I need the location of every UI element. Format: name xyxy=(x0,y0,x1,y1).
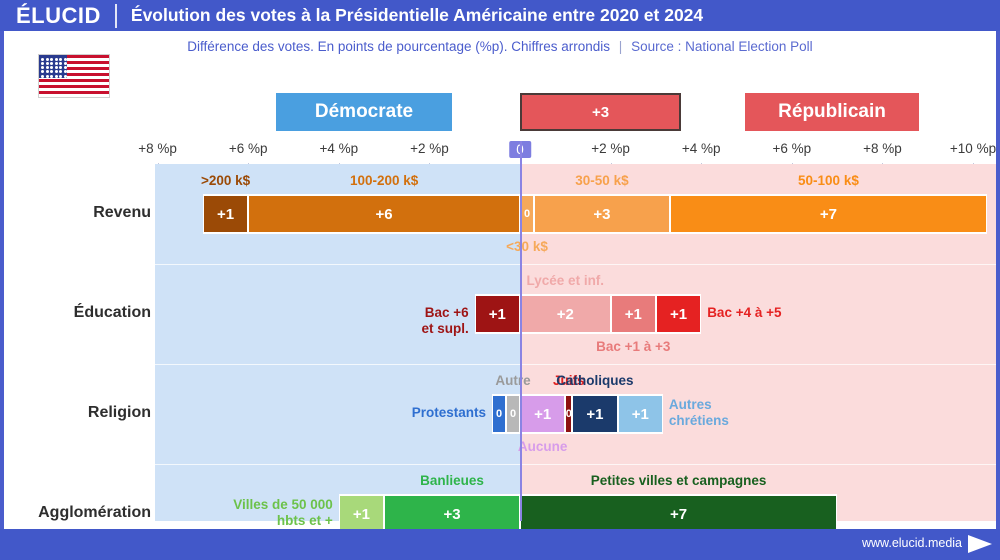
bar-segment: +1 xyxy=(617,394,663,434)
bar-segment: +1 xyxy=(474,294,520,334)
axis-tick-label: +6 %p xyxy=(772,141,812,156)
segment-category-label: Petites villes et campagnes xyxy=(590,473,767,488)
axis-tick-label: +2 %p xyxy=(410,141,449,156)
bar-segment: +6 xyxy=(248,194,520,234)
row-separator xyxy=(155,364,996,365)
row-label-column: Revenu Éducation Religion Agglomération xyxy=(4,164,151,521)
legend-value-example: +3 xyxy=(520,93,681,131)
axis-tick-label: +6 %p xyxy=(228,141,268,156)
row-separator xyxy=(155,464,996,465)
segment-category-label: 50-100 k$ xyxy=(798,173,859,188)
flag-canton xyxy=(39,55,67,78)
segment-category-label: <30 k$ xyxy=(506,239,548,254)
axis-tick-label: +2 %p xyxy=(591,141,630,156)
axis-tick-label: +10 %p xyxy=(949,141,997,156)
bar-segment: +3 xyxy=(534,194,670,234)
arrow-icon xyxy=(968,535,992,553)
bar-segment: +1 xyxy=(572,394,618,434)
legend-democrat: Démocrate xyxy=(276,93,452,131)
subtitle: Différence des votes. En points de pourc… xyxy=(4,39,996,54)
row-separator xyxy=(155,264,996,265)
axis-tick-label: +8 %p xyxy=(863,141,902,156)
infographic-root: ÉLUCID Évolution des votes à la Présiden… xyxy=(0,0,1000,560)
segment-category-label: Autres chrétiens xyxy=(668,397,729,428)
legend-republican: Républicain xyxy=(745,93,919,131)
subtitle-source: Source : National Election Poll xyxy=(631,39,813,54)
subtitle-main: Différence des votes. En points de pourc… xyxy=(187,39,611,54)
bar-segment: 0 xyxy=(565,394,573,434)
footer-url: www.elucid.media xyxy=(861,536,962,550)
bar-segment: 0 xyxy=(506,394,520,434)
segment-category-label: 100-200 k$ xyxy=(349,173,419,188)
footer-bar: www.elucid.media xyxy=(0,529,1000,560)
bar-segment: +3 xyxy=(384,494,520,534)
segment-category-label: >200 k$ xyxy=(200,173,251,188)
segment-category-label: Aucune xyxy=(517,439,568,454)
segment-category-label: 30-50 k$ xyxy=(575,173,629,188)
bar-segment: +1 xyxy=(610,294,656,334)
bar-segment: +1 xyxy=(520,394,566,434)
bar-segment: +1 xyxy=(202,194,249,234)
segment-category-label: Autre xyxy=(495,373,531,388)
zero-axis-line xyxy=(520,141,522,521)
plot-area: +6 100-200 k$ +1 >200 k$ 0 <30 k$ +3 30-50 k$ +7… xyxy=(155,141,996,534)
bar-segment: +7 xyxy=(520,494,838,534)
bar-segment: +1 xyxy=(655,294,702,334)
chart-canvas: Différence des votes. En points de pourc… xyxy=(4,31,997,534)
axis-tick-label: +4 %p xyxy=(681,141,721,156)
bar-segment: +2 xyxy=(520,294,611,334)
subtitle-separator: | xyxy=(618,39,623,54)
segment-category-label: Bac +6 et supl. xyxy=(421,305,469,336)
header-bar: ÉLUCID Évolution des votes à la Présiden… xyxy=(0,0,1000,31)
row-label: Agglomération xyxy=(38,504,151,521)
segment-category-label: Lycée et inf. xyxy=(526,273,605,288)
us-flag-icon xyxy=(38,54,110,98)
page-title: Évolution des votes à la Présidentielle … xyxy=(130,5,704,25)
row-label: Éducation xyxy=(73,304,151,321)
segment-category-label: Banlieues xyxy=(420,473,484,488)
bar-segment: +7 xyxy=(669,194,987,234)
segment-category-label: Bac +1 à +3 xyxy=(596,339,671,354)
segment-category-label: Villes de 50 000 hbts et + xyxy=(233,497,333,528)
x-axis: +8 %p+6 %p+4 %p+2 %p0+2 %p+4 %p+6 %p+8 %… xyxy=(4,141,997,169)
segment-category-label: Protestants xyxy=(411,405,486,420)
logo-separator xyxy=(114,3,117,28)
bar-segment: 0 xyxy=(520,194,534,234)
segment-category-label: Bac +4 à +5 xyxy=(707,305,782,320)
bar-segment: +1 xyxy=(338,494,385,534)
row-label: Revenu xyxy=(93,204,151,221)
bar-segment: 0 xyxy=(492,394,506,434)
axis-tick-label: +4 %p xyxy=(319,141,359,156)
elucid-logo: ÉLUCID xyxy=(16,2,101,28)
segment-category-label: Catholiques xyxy=(556,373,634,388)
row-label: Religion xyxy=(87,404,151,421)
axis-tick-label: +8 %p xyxy=(138,141,177,156)
